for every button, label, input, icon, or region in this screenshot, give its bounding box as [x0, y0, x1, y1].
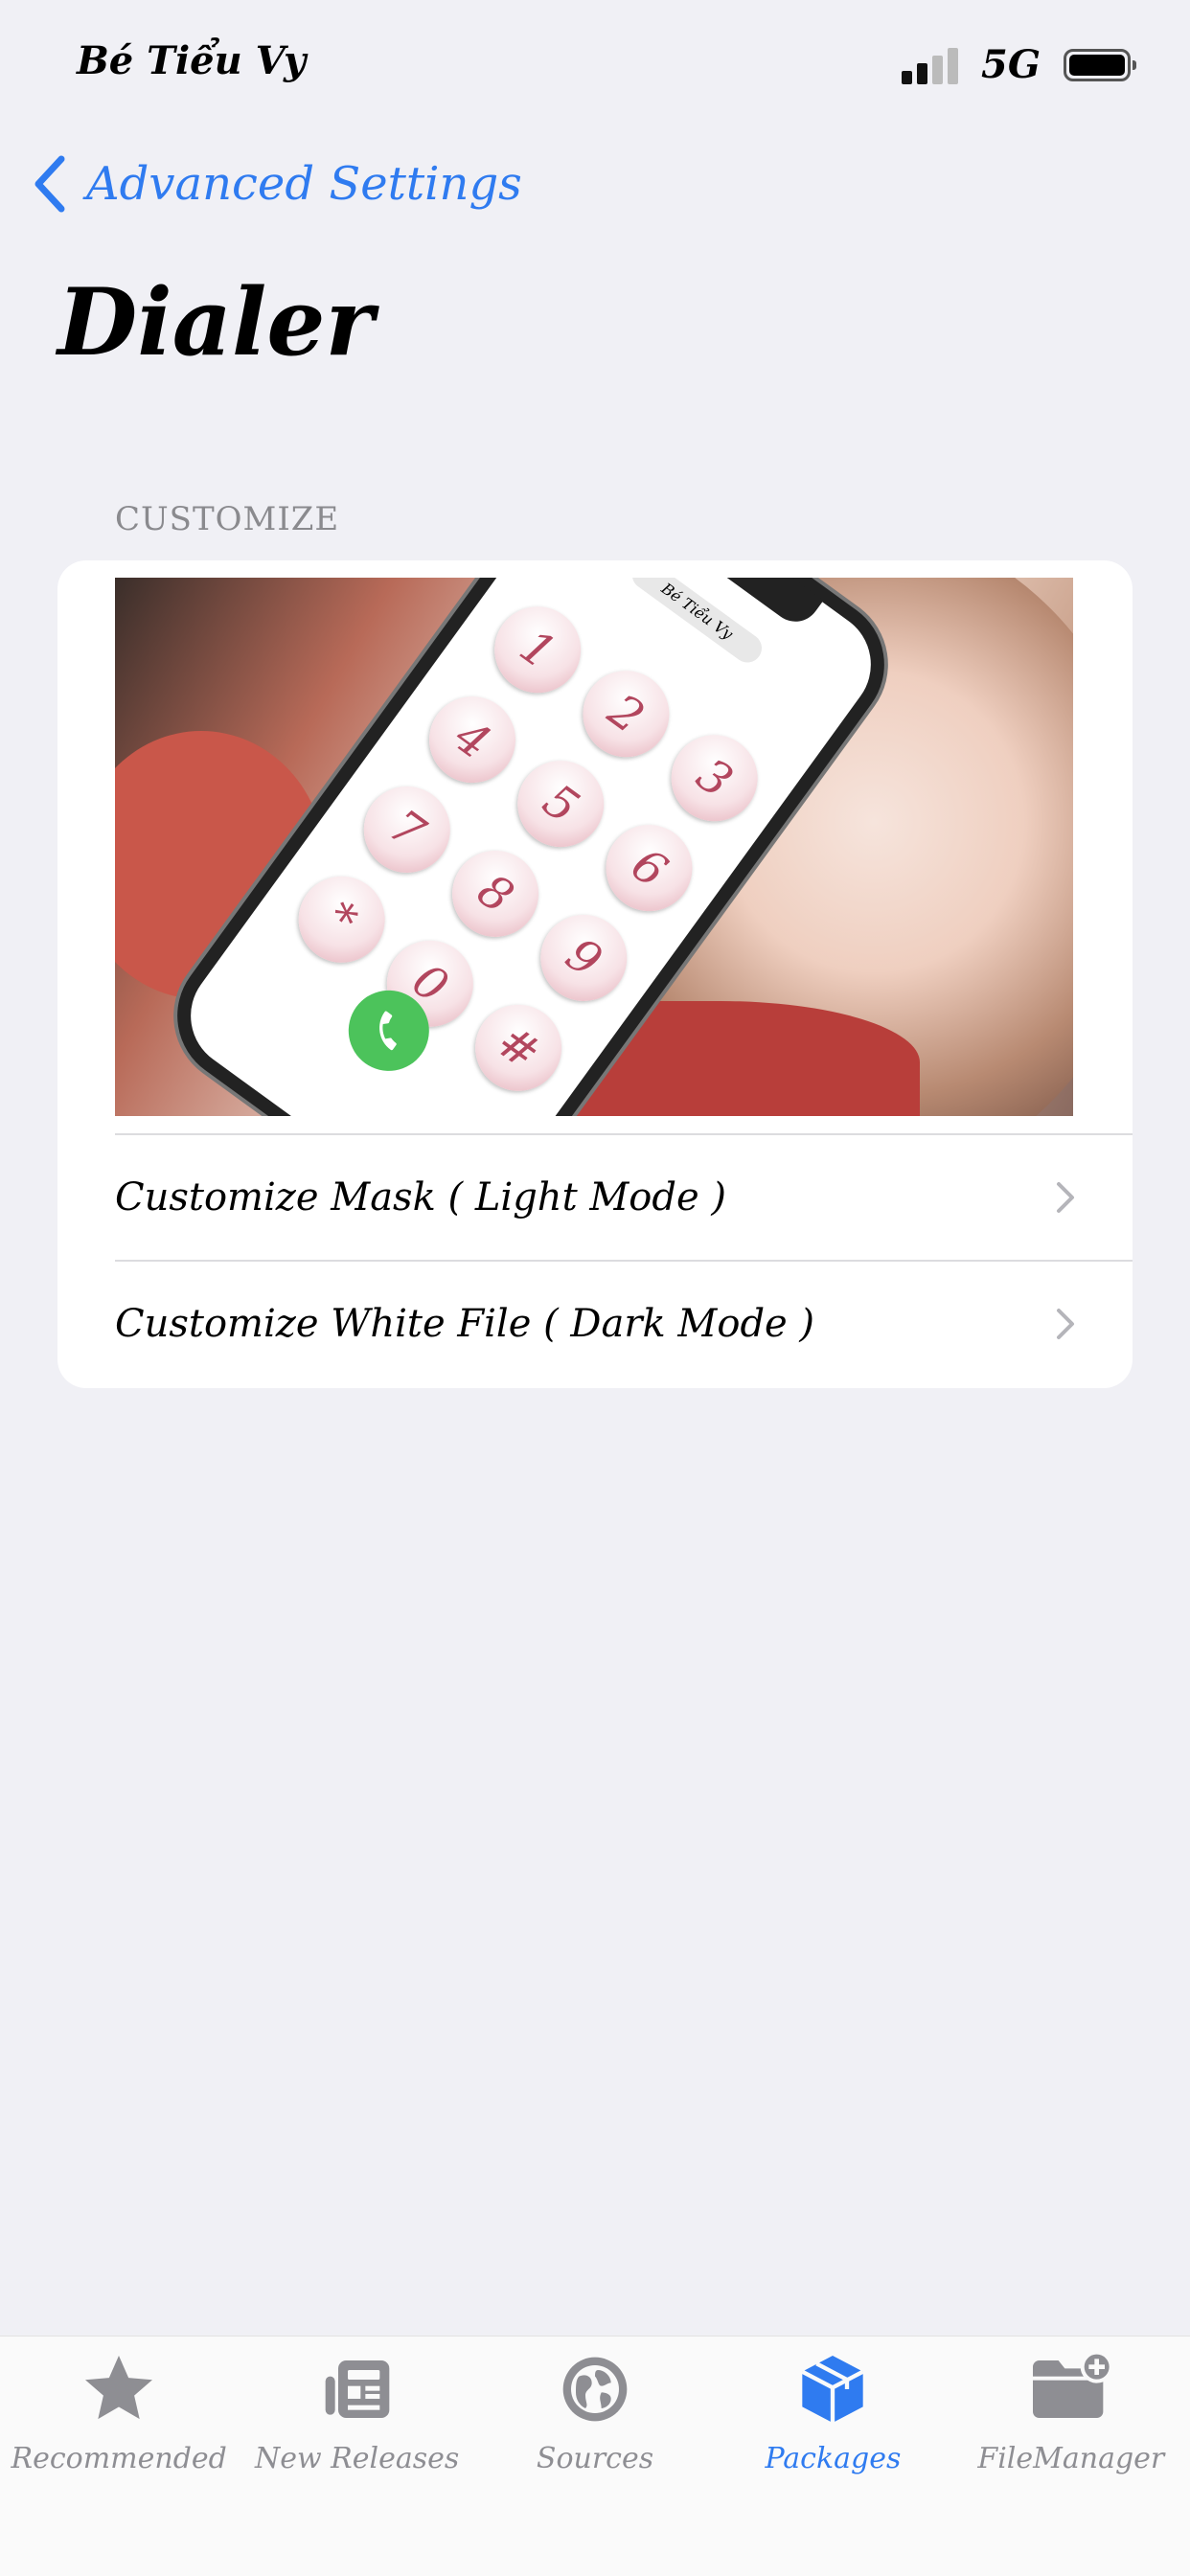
network-type: 5G [981, 42, 1041, 87]
page-title: Dialer [57, 268, 375, 376]
chevron-right-icon [1057, 1309, 1074, 1339]
status-indicators: 5G [902, 42, 1136, 87]
settings-card: Bé Tiểu Vy 1 2 3 4 5 6 7 8 9 * 0 # Custo… [57, 560, 1133, 1388]
row-label: Customize White File ( Dark Mode ) [115, 1302, 815, 1346]
chevron-right-icon [1057, 1182, 1074, 1213]
key-8: 8 [435, 833, 556, 954]
battery-icon [1064, 48, 1136, 81]
carrier-name: Bé Tiểu Vy [77, 38, 307, 83]
key-9: 9 [523, 898, 645, 1018]
tab-label: Packages [765, 2442, 902, 2475]
tab-label: New Releases [254, 2442, 460, 2475]
tab-filemanager[interactable]: FileManager [952, 2337, 1190, 2576]
key-7: 7 [346, 769, 468, 890]
newspaper-icon [314, 2346, 400, 2432]
key-5: 5 [500, 743, 622, 864]
tab-label: Sources [536, 2442, 654, 2475]
box-icon [790, 2346, 876, 2432]
section-header: CUSTOMIZE [115, 500, 340, 538]
signal-icon [902, 46, 958, 84]
tab-bar: Recommended New Releases Sources Package… [0, 2336, 1190, 2576]
key-1: 1 [477, 589, 599, 711]
key-3: 3 [653, 718, 775, 839]
key-star: * [281, 858, 402, 980]
back-button[interactable]: Advanced Settings [33, 155, 522, 213]
status-bar: Bé Tiểu Vy 5G [0, 0, 1190, 125]
row-label: Customize Mask ( Light Mode ) [115, 1175, 726, 1220]
tab-packages[interactable]: Packages [714, 2337, 951, 2576]
dialer-preview-image: Bé Tiểu Vy 1 2 3 4 5 6 7 8 9 * 0 # [115, 578, 1073, 1116]
folder-plus-icon [1028, 2346, 1114, 2432]
chevron-left-icon [34, 155, 65, 213]
star-icon [76, 2346, 162, 2432]
key-hash: # [458, 987, 579, 1108]
globe-icon [552, 2346, 638, 2432]
tab-sources[interactable]: Sources [476, 2337, 714, 2576]
tab-recommended[interactable]: Recommended [0, 2337, 238, 2576]
tab-label: Recommended [11, 2442, 227, 2475]
tab-label: FileManager [977, 2442, 1165, 2475]
key-4: 4 [412, 679, 533, 800]
customize-white-dark-row[interactable]: Customize White File ( Dark Mode ) [57, 1262, 1133, 1386]
back-label: Advanced Settings [86, 157, 522, 211]
key-6: 6 [588, 808, 710, 928]
customize-mask-light-row[interactable]: Customize Mask ( Light Mode ) [57, 1135, 1133, 1260]
key-2: 2 [565, 653, 687, 775]
tab-new-releases[interactable]: New Releases [238, 2337, 475, 2576]
